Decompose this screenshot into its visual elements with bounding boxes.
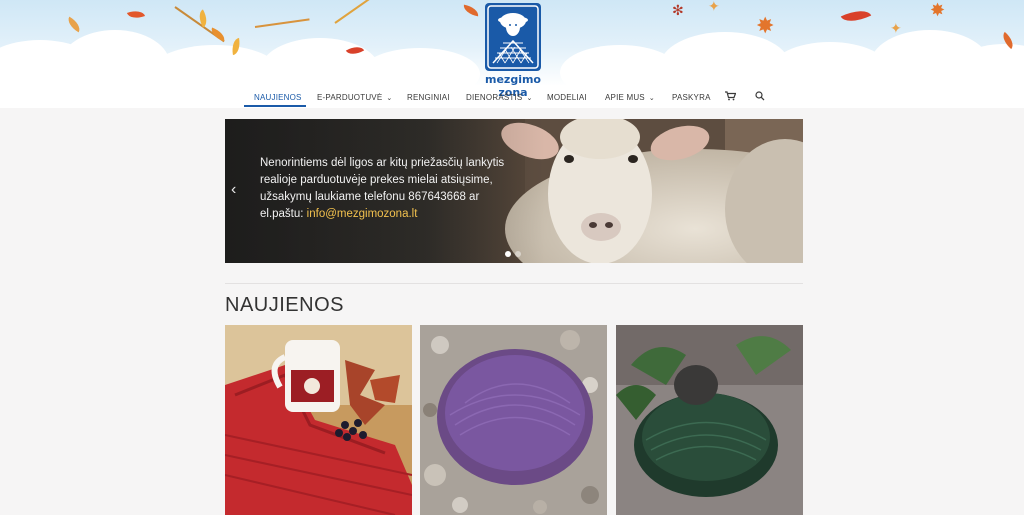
nav-item-renginiai[interactable]: RENGINIAI <box>407 93 450 102</box>
search-icon[interactable] <box>755 91 765 103</box>
leaf-icon <box>462 4 480 17</box>
slider-dot[interactable] <box>505 251 511 257</box>
chevron-down-icon: ⌄ <box>648 95 655 102</box>
nav-item-apie-mus[interactable]: APIE MUS ⌄ <box>605 93 655 102</box>
nav-item-naujienos[interactable]: NAUJIENOS <box>254 93 302 102</box>
slider-caption: Nenorintiems dėl ligos ar kitų priežasči… <box>260 155 520 223</box>
section-divider <box>225 283 803 284</box>
nav-item-e-parduotuve[interactable]: E-PARDUOTUVĖ ⌄ <box>317 93 392 102</box>
chevron-down-icon: ⌄ <box>526 95 533 102</box>
leaf-icon <box>126 7 146 22</box>
email-link[interactable]: info@mezgimozona.lt <box>307 208 418 220</box>
leaf-icon: ✦ <box>708 0 720 15</box>
maple-leaf-icon: ✸ <box>930 0 946 21</box>
news-card[interactable] <box>225 325 412 515</box>
maple-leaf-icon: ✸ <box>756 14 775 39</box>
site-header: ✻ ✦ ✸ ✦ ✸ mezgimo zona NAUJIENOS E-PARDU… <box>0 0 1024 108</box>
chevron-down-icon: ⌄ <box>386 95 393 102</box>
nav-active-indicator <box>244 105 306 107</box>
nav-item-dienorastis[interactable]: DIENORAŠTIS ⌄ <box>466 93 533 102</box>
cart-icon[interactable] <box>725 91 737 103</box>
leaf-icon <box>840 4 872 28</box>
nav-item-modeliai[interactable]: MODELIAI <box>547 93 587 102</box>
section-heading: NAUJIENOS <box>225 294 344 316</box>
branch-icon <box>334 0 373 24</box>
nav-item-paskyra[interactable]: PASKYRA <box>672 93 711 102</box>
main-nav: NAUJIENOS E-PARDUOTUVĖ ⌄ RENGINIAI DIENOR… <box>0 86 1024 108</box>
leaf-icon <box>195 9 211 28</box>
leaf-icon <box>64 16 84 33</box>
site-logo[interactable] <box>485 3 541 71</box>
sheep-logo-icon <box>487 5 539 69</box>
news-image-scarf <box>225 325 412 515</box>
news-image-green-yarn <box>616 325 803 515</box>
slider-dot[interactable] <box>515 251 521 257</box>
hero-slider[interactable]: ‹ Nenorintiems dėl ligos ar kitų priežas… <box>225 119 803 263</box>
leaf-icon: ✦ <box>890 21 902 37</box>
chevron-left-icon[interactable]: ‹ <box>231 181 236 199</box>
news-card[interactable] <box>616 325 803 515</box>
berry-icon: ✻ <box>672 3 684 19</box>
branch-icon <box>254 18 310 28</box>
news-image-purple-yarn <box>420 325 607 515</box>
news-card[interactable] <box>420 325 607 515</box>
